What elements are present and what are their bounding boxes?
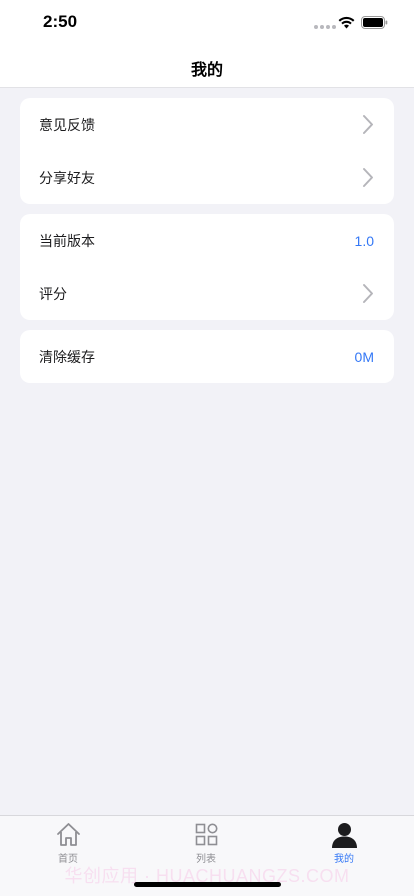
- chevron-right-icon: [363, 168, 373, 187]
- chevron-right-icon: [363, 284, 373, 303]
- clear-cache-label: 清除缓存: [39, 349, 95, 366]
- tab-home[interactable]: 首页: [28, 816, 108, 868]
- cellular-signal-icon: [314, 25, 336, 29]
- chevron-right-icon: [363, 115, 373, 134]
- tab-me[interactable]: 我的: [304, 816, 384, 868]
- home-icon: [56, 823, 80, 846]
- screen: 2:50 我的 意见反馈 分享好友 当前版本 1.0 评分 清除缓存 0M 首页…: [0, 0, 414, 896]
- home-indicator: [134, 882, 281, 887]
- feedback-label: 意见反馈: [39, 117, 95, 134]
- wifi-icon: [338, 16, 355, 29]
- navigation-bar: 我的: [0, 48, 414, 88]
- feedback-row[interactable]: 意见反馈: [20, 98, 394, 151]
- person-icon: [331, 823, 357, 848]
- current-version-row: 当前版本 1.0: [20, 214, 394, 267]
- settings-group-app: 当前版本 1.0 评分: [20, 214, 394, 320]
- page-title: 我的: [190, 60, 223, 79]
- rating-label: 评分: [39, 286, 67, 303]
- rating-row[interactable]: 评分: [20, 267, 394, 320]
- clear-cache-row[interactable]: 清除缓存 0M: [20, 330, 394, 383]
- battery-icon: [361, 16, 388, 29]
- tab-list[interactable]: 列表: [166, 816, 246, 868]
- current-version-label: 当前版本: [39, 233, 95, 250]
- status-bar: 2:50: [0, 0, 414, 48]
- share-friends-row[interactable]: 分享好友: [20, 151, 394, 204]
- status-time: 2:50: [43, 12, 78, 31]
- settings-group-feedback: 意见反馈 分享好友: [20, 98, 394, 204]
- cache-size-value: 0M: [354, 348, 374, 365]
- current-version-value: 1.0: [354, 232, 374, 249]
- grid-icon: [195, 823, 217, 846]
- settings-group-cache: 清除缓存 0M: [20, 330, 394, 383]
- share-friends-label: 分享好友: [39, 170, 95, 187]
